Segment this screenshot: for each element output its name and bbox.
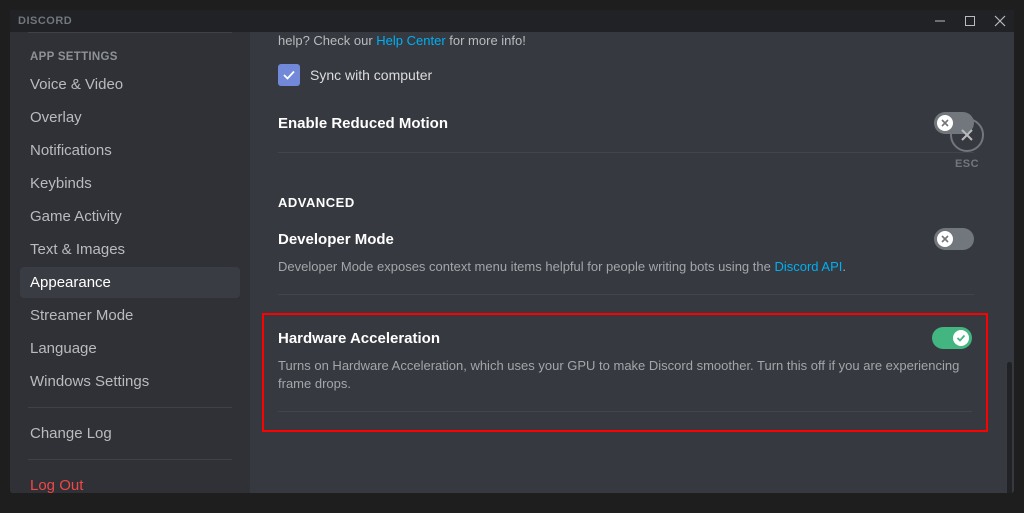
- hardware-acceleration-highlight: Hardware Acceleration Turns on Hardware …: [262, 313, 988, 432]
- sidebar-item-streamer-mode[interactable]: Streamer Mode: [20, 300, 240, 331]
- developer-mode-toggle[interactable]: [934, 228, 974, 250]
- sync-label: Sync with computer: [310, 67, 432, 83]
- text: .: [842, 259, 846, 274]
- esc-label: ESC: [955, 158, 979, 170]
- text: help? Check our: [278, 33, 376, 48]
- close-icon: [950, 118, 984, 152]
- reduced-motion-row: Enable Reduced Motion: [278, 112, 974, 134]
- advanced-heading: ADVANCED: [278, 195, 974, 210]
- sidebar-item-overlay[interactable]: Overlay: [20, 102, 240, 133]
- sync-checkbox[interactable]: [278, 64, 300, 86]
- check-icon: [282, 68, 296, 82]
- sidebar-item-keybinds[interactable]: Keybinds: [20, 168, 240, 199]
- divider: [28, 459, 232, 460]
- sidebar-item-log-out[interactable]: Log Out: [20, 470, 240, 493]
- hardware-acceleration-title: Hardware Acceleration: [278, 330, 440, 347]
- divider: [278, 411, 972, 412]
- toggle-knob: [953, 330, 969, 346]
- help-center-text: help? Check our Help Center for more inf…: [278, 32, 974, 50]
- sidebar-item-change-log[interactable]: Change Log: [20, 418, 240, 449]
- esc-button[interactable]: ESC: [950, 118, 984, 170]
- sidebar-item-notifications[interactable]: Notifications: [20, 135, 240, 166]
- sidebar: APP SETTINGS Voice & Video Overlay Notif…: [10, 32, 250, 493]
- developer-mode-desc: Developer Mode exposes context menu item…: [278, 258, 974, 276]
- sidebar-item-windows-settings[interactable]: Windows Settings: [20, 366, 240, 397]
- sidebar-item-game-activity[interactable]: Game Activity: [20, 201, 240, 232]
- app-window: DISCORD APP SETTINGS Voice & Video Overl…: [10, 10, 1014, 493]
- close-icon[interactable]: [994, 15, 1006, 27]
- minimize-icon[interactable]: [934, 15, 946, 27]
- titlebar-controls: [934, 15, 1006, 27]
- hardware-acceleration-row: Hardware Acceleration: [278, 327, 972, 349]
- sidebar-item-text-images[interactable]: Text & Images: [20, 234, 240, 265]
- maximize-icon[interactable]: [964, 15, 976, 27]
- scrollbar-thumb[interactable]: [1007, 362, 1012, 493]
- toggle-knob: [937, 231, 953, 247]
- sidebar-item-voice-video[interactable]: Voice & Video: [20, 69, 240, 100]
- sync-with-computer-row: Sync with computer: [278, 64, 974, 86]
- check-icon: [956, 333, 966, 343]
- hardware-acceleration-desc: Turns on Hardware Acceleration, which us…: [278, 357, 972, 393]
- divider: [278, 294, 974, 295]
- divider: [28, 32, 232, 33]
- text: Developer Mode exposes context menu item…: [278, 259, 774, 274]
- discord-api-link[interactable]: Discord API: [774, 259, 842, 274]
- developer-mode-title: Developer Mode: [278, 231, 394, 248]
- sidebar-heading: APP SETTINGS: [20, 45, 240, 69]
- hardware-acceleration-toggle[interactable]: [932, 327, 972, 349]
- developer-mode-block: Developer Mode Developer Mode exposes co…: [278, 228, 974, 276]
- divider: [28, 407, 232, 408]
- titlebar: DISCORD: [10, 10, 1014, 32]
- help-center-link[interactable]: Help Center: [376, 33, 445, 48]
- divider: [278, 152, 974, 153]
- reduced-motion-title: Enable Reduced Motion: [278, 115, 448, 132]
- content: help? Check our Help Center for more inf…: [250, 32, 1014, 493]
- developer-mode-row: Developer Mode: [278, 228, 974, 250]
- text: for more info!: [446, 33, 526, 48]
- titlebar-title: DISCORD: [18, 15, 934, 27]
- main-area: APP SETTINGS Voice & Video Overlay Notif…: [10, 32, 1014, 493]
- x-icon: [940, 118, 950, 128]
- sidebar-item-language[interactable]: Language: [20, 333, 240, 364]
- sidebar-item-appearance[interactable]: Appearance: [20, 267, 240, 298]
- x-icon: [940, 234, 950, 244]
